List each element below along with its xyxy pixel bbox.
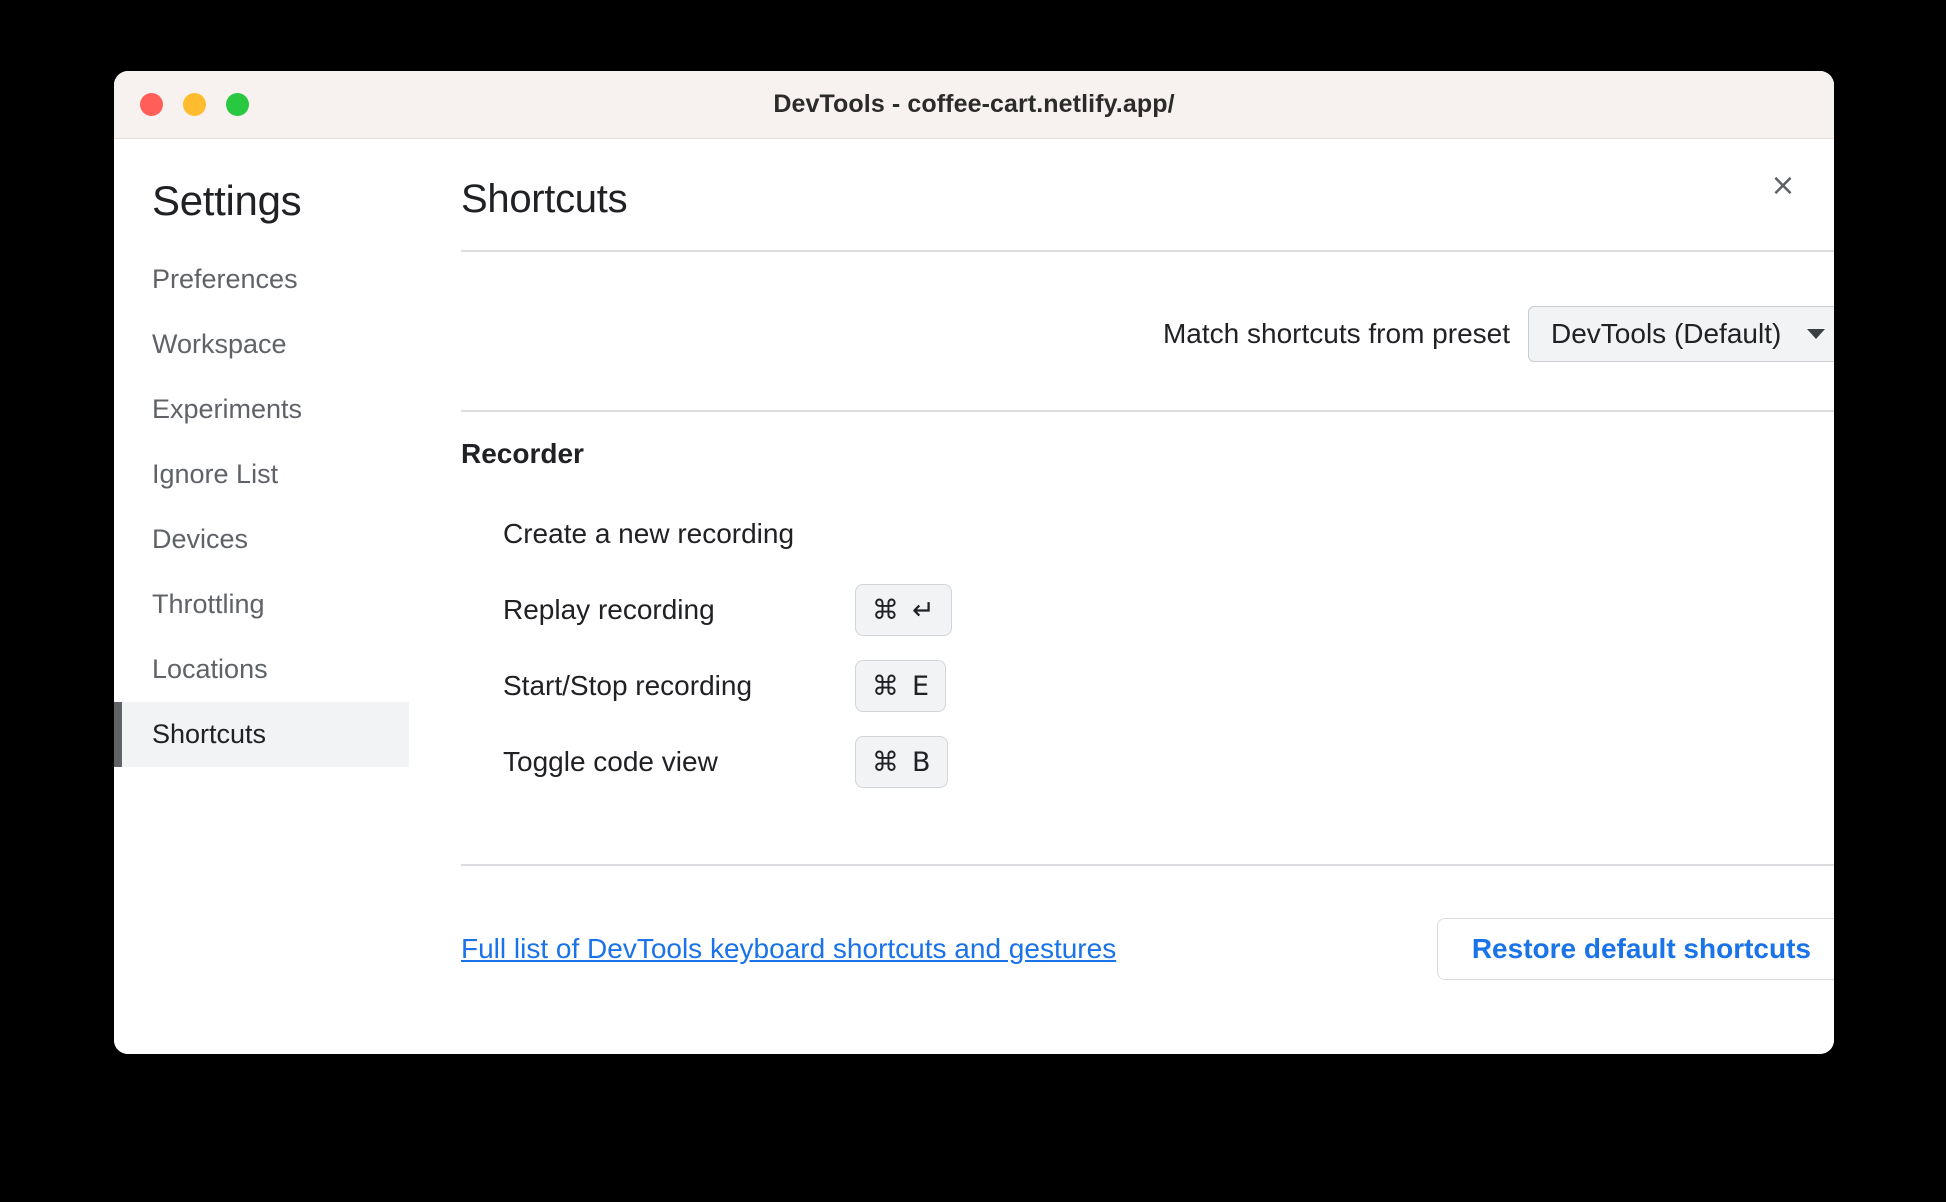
sidebar-item-ignore-list[interactable]: Ignore List <box>114 442 409 507</box>
sidebar-item-devices[interactable]: Devices <box>114 507 409 572</box>
shortcut-label: Create a new recording <box>503 518 795 549</box>
shortcut-row: Replay recording ⌘ ↵ <box>461 572 1834 648</box>
title-divider <box>461 250 1834 252</box>
shortcuts-list: Recorder Create a new recording Replay r… <box>461 412 1834 800</box>
sidebar-item-workspace[interactable]: Workspace <box>114 312 409 377</box>
sidebar-item-locations[interactable]: Locations <box>114 637 409 702</box>
preset-label: Match shortcuts from preset <box>1162 318 1510 349</box>
key-label: E <box>912 670 930 702</box>
command-key-icon: ⌘ <box>872 594 899 626</box>
chevron-down-icon <box>1807 329 1825 339</box>
sidebar-item-label: Throttling <box>152 589 265 619</box>
sidebar-item-throttling[interactable]: Throttling <box>114 572 409 637</box>
preset-select[interactable]: DevTools (Default) <box>1528 306 1834 362</box>
shortcut-label: Replay recording <box>503 594 715 625</box>
sidebar-item-label: Experiments <box>152 394 303 424</box>
close-icon[interactable]: × <box>1762 165 1804 207</box>
shortcuts-scroll-area: Recorder Create a new recording Replay r… <box>461 410 1834 866</box>
key-label: ↵ <box>912 594 935 626</box>
shortcut-keys: ⌘ B <box>855 736 948 788</box>
sidebar-title: Settings <box>152 177 302 224</box>
restore-default-shortcuts-button[interactable]: Restore default shortcuts <box>1436 918 1834 980</box>
settings-sidebar: Settings Preferences Workspace Experimen… <box>114 139 409 1054</box>
sidebar-item-label: Preferences <box>152 264 298 294</box>
key-chip[interactable]: ⌘ B <box>855 736 948 788</box>
section-title-recorder: Recorder <box>461 438 584 469</box>
shortcut-keys: ⌘ E <box>855 660 947 712</box>
sidebar-item-label: Ignore List <box>152 459 279 489</box>
shortcut-keys: ⌘ ↵ <box>855 584 952 636</box>
sidebar-item-shortcuts[interactable]: Shortcuts <box>114 702 409 767</box>
sidebar-item-label: Workspace <box>152 329 287 359</box>
settings-content: Shortcuts Match shortcuts from preset De… <box>409 139 1834 1054</box>
window-controls <box>140 93 249 116</box>
key-label: B <box>912 746 931 778</box>
sidebar-item-label: Shortcuts <box>152 719 267 749</box>
maximize-window-button[interactable] <box>226 93 249 116</box>
devtools-window: DevTools - coffee-cart.netlify.app/ × Se… <box>114 71 1834 1054</box>
window-titlebar: DevTools - coffee-cart.netlify.app/ <box>114 71 1834 139</box>
sidebar-item-experiments[interactable]: Experiments <box>114 377 409 442</box>
full-shortcuts-list-link[interactable]: Full list of DevTools keyboard shortcuts… <box>461 933 1116 965</box>
command-key-icon: ⌘ <box>872 746 899 778</box>
shortcut-row: Toggle code view ⌘ B <box>461 724 1834 800</box>
settings-footer: Full list of DevTools keyboard shortcuts… <box>461 918 1834 980</box>
sidebar-item-preferences[interactable]: Preferences <box>114 247 409 312</box>
preset-row: Match shortcuts from preset DevTools (De… <box>461 306 1834 362</box>
settings-dialog: × Settings Preferences Workspace Experim… <box>114 139 1834 1054</box>
sidebar-item-label: Locations <box>152 654 268 684</box>
shortcut-row: Create a new recording <box>461 496 1834 572</box>
sidebar-item-label: Devices <box>152 524 249 554</box>
shortcut-label: Toggle code view <box>503 746 718 777</box>
key-chip[interactable]: ⌘ ↵ <box>855 584 952 636</box>
command-key-icon: ⌘ <box>872 670 899 702</box>
preset-selected-value: DevTools (Default) <box>1551 318 1782 349</box>
close-window-button[interactable] <box>140 93 163 116</box>
shortcut-label: Start/Stop recording <box>503 670 753 701</box>
window-title: DevTools - coffee-cart.netlify.app/ <box>773 90 1175 118</box>
key-chip[interactable]: ⌘ E <box>855 660 947 712</box>
shortcut-row: Start/Stop recording ⌘ E <box>461 648 1834 724</box>
minimize-window-button[interactable] <box>183 93 206 116</box>
page-title: Shortcuts <box>461 177 628 221</box>
